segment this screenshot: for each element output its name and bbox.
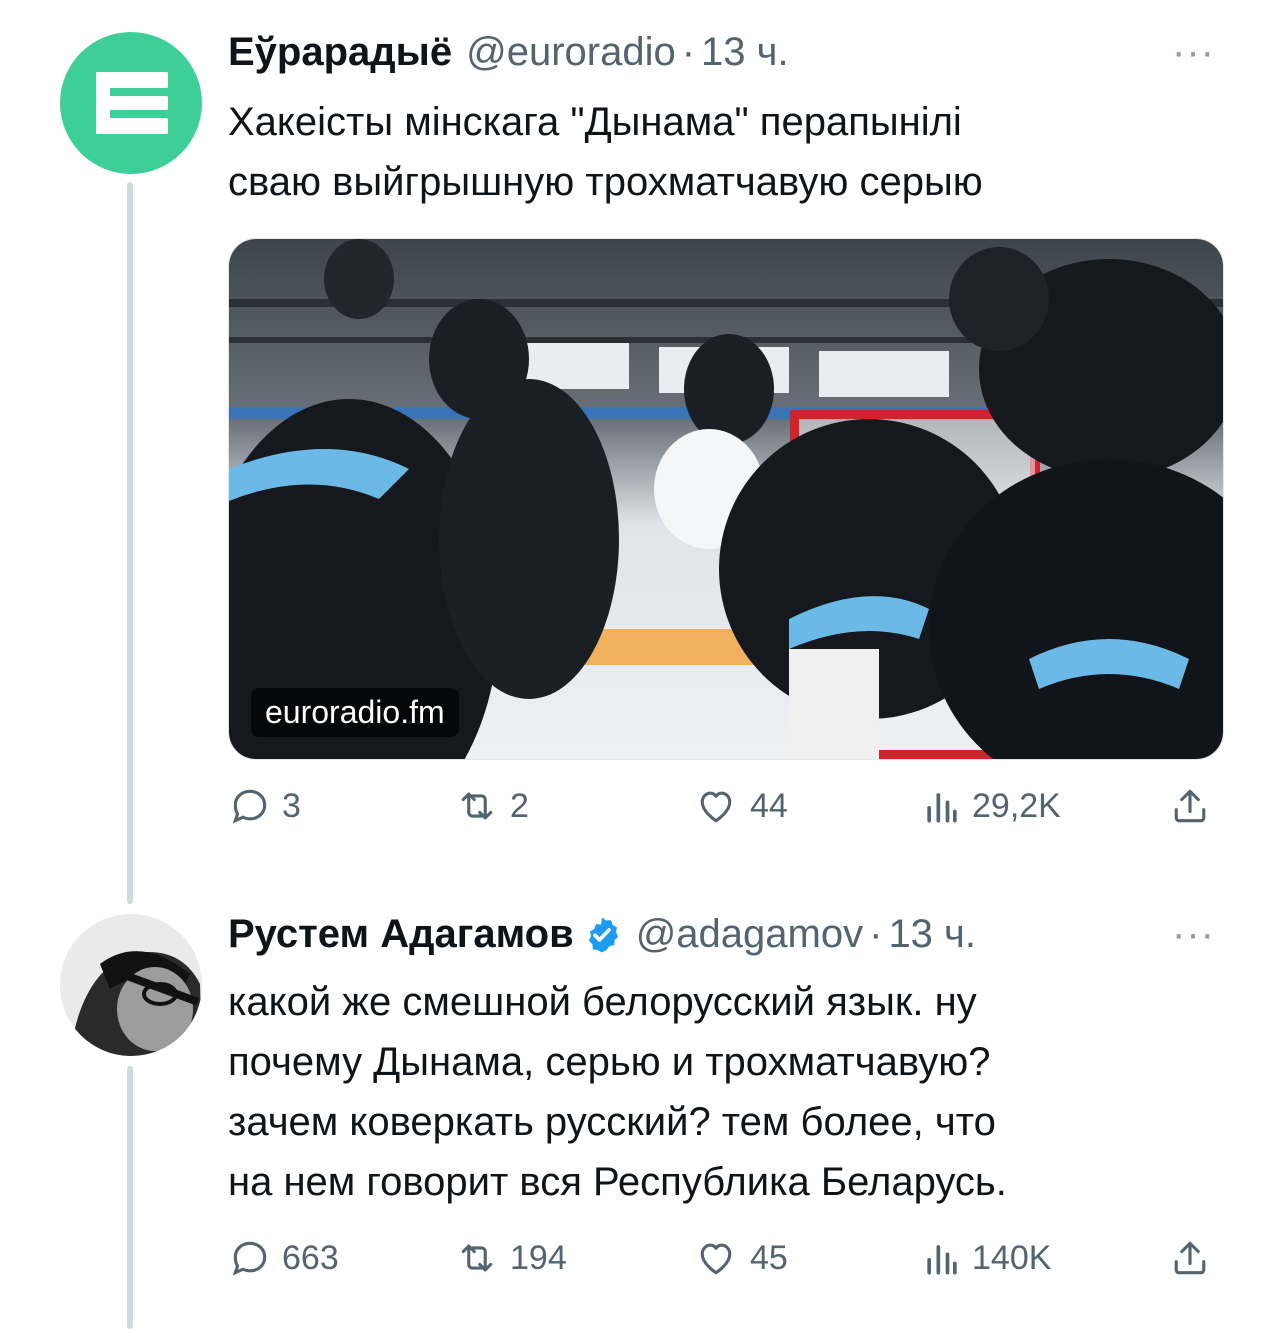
- views-chart-icon: [927, 1245, 957, 1275]
- share-button[interactable]: [1168, 1236, 1212, 1280]
- retweet-count: 2: [510, 786, 529, 825]
- separator-dot: ·: [681, 30, 696, 74]
- more-options-icon[interactable]: ···: [1172, 32, 1215, 72]
- tweet-text: какой же смешной белорусский язык. ну по…: [228, 980, 1007, 1204]
- retweet-count: 194: [510, 1238, 567, 1277]
- tweet-actions: 663 194 45 140K: [228, 1236, 1224, 1296]
- more-options-icon[interactable]: ···: [1172, 914, 1215, 954]
- retweet-button[interactable]: 194: [454, 1236, 567, 1280]
- display-name[interactable]: Рустем Адагамов: [228, 912, 574, 957]
- views-count: 29,2K: [972, 786, 1061, 825]
- heart-icon: [700, 791, 732, 823]
- euroradio-logo-icon: [96, 72, 168, 134]
- hockey-photo-image: [229, 239, 1223, 759]
- views-button[interactable]: 140K: [922, 1236, 1051, 1280]
- timestamp[interactable]: 13 ч.: [888, 912, 976, 957]
- user-handle[interactable]: @adagamov: [636, 912, 863, 957]
- reply-icon: [232, 1241, 267, 1276]
- retweet-icon: [461, 792, 493, 820]
- views-chart-icon: [927, 793, 957, 823]
- user-handle[interactable]: @euroradio: [466, 30, 676, 75]
- thread-connector-line-bottom: [127, 1066, 133, 1329]
- like-button[interactable]: 45: [692, 1236, 788, 1280]
- tweet-text: Хакеісты мінскага "Дынама" перапынілі св…: [228, 100, 983, 204]
- like-count: 45: [750, 1238, 788, 1277]
- tweet-header: Еўрарадыё @euroradio · 13 ч.: [228, 30, 789, 75]
- views-count: 140K: [972, 1238, 1052, 1277]
- retweet-icon: [461, 1244, 493, 1272]
- avatar[interactable]: [60, 32, 202, 174]
- tweet-actions: 3 2 44 29,2K: [228, 784, 1224, 844]
- reply-button[interactable]: 3: [228, 784, 301, 828]
- reply-icon: [232, 789, 267, 824]
- avatar[interactable]: [60, 914, 202, 1056]
- thread-connector-line: [127, 182, 133, 904]
- share-icon: [1174, 1241, 1206, 1275]
- share-button[interactable]: [1168, 784, 1212, 828]
- like-button[interactable]: 44: [692, 784, 788, 828]
- reply-count: 663: [282, 1238, 339, 1277]
- views-button[interactable]: 29,2K: [922, 784, 1061, 828]
- profile-photo-image: [60, 914, 202, 1056]
- tweet-header: Рустем Адагамов @adagamov · 13 ч.: [228, 912, 976, 957]
- display-name[interactable]: Еўрарадыё: [228, 30, 452, 75]
- reply-button[interactable]: 663: [228, 1236, 339, 1280]
- retweet-button[interactable]: 2: [454, 784, 529, 828]
- reply-count: 3: [282, 786, 301, 825]
- media-source-label[interactable]: euroradio.fm: [251, 688, 459, 737]
- like-count: 44: [750, 786, 788, 825]
- timestamp[interactable]: 13 ч.: [701, 30, 789, 75]
- share-icon: [1174, 789, 1206, 823]
- tweet-media-image[interactable]: euroradio.fm: [228, 238, 1224, 760]
- separator-dot: ·: [869, 912, 883, 956]
- verified-badge-icon: [588, 917, 618, 952]
- heart-icon: [700, 1243, 732, 1275]
